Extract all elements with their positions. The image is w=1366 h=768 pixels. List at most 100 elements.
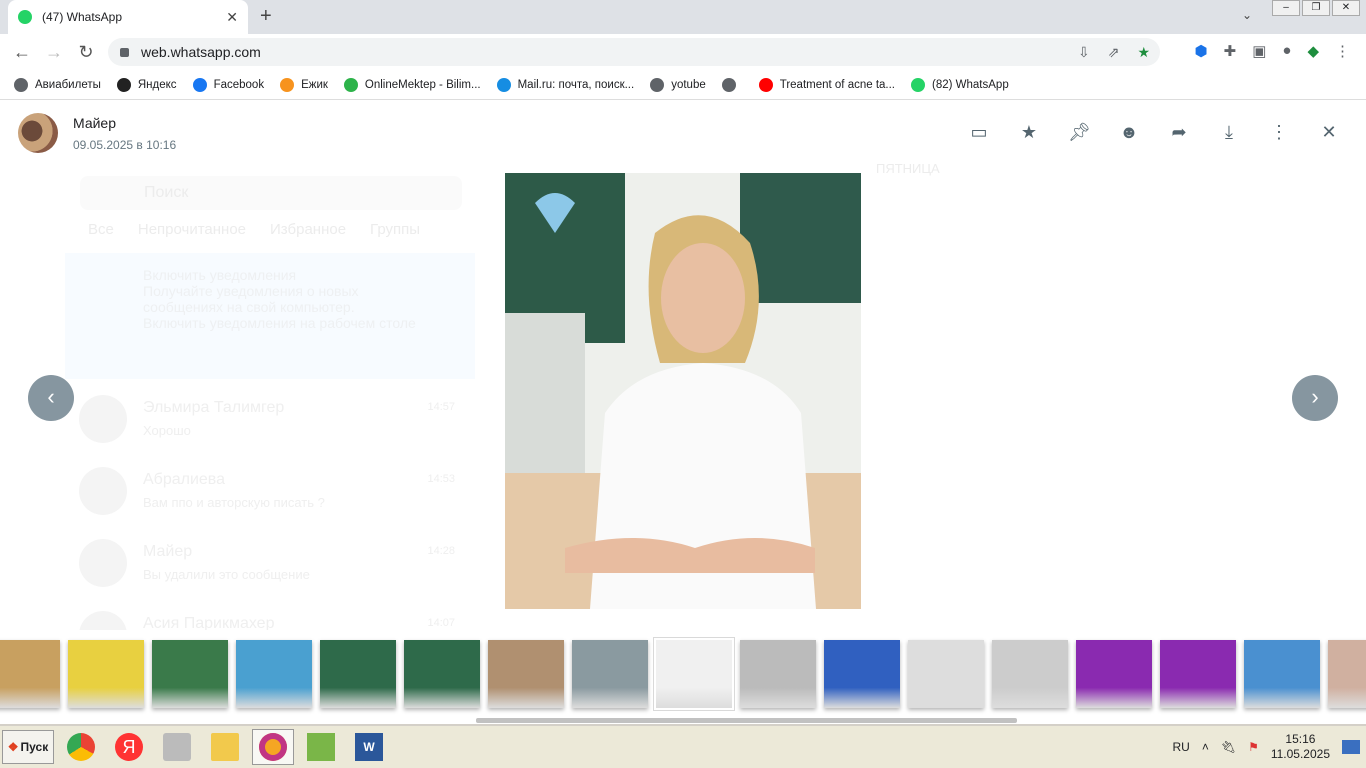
bookmark-favicon-icon — [192, 77, 207, 92]
media-thumbnail[interactable] — [1244, 640, 1320, 708]
more-options-icon[interactable]: ⋮ — [1268, 121, 1290, 143]
reply-icon[interactable]: ▭ — [968, 121, 990, 143]
word-taskbar-button[interactable]: W — [348, 729, 390, 765]
clock[interactable]: 15:16 11.05.2025 — [1271, 732, 1330, 762]
bookmark-item[interactable]: (82) WhatsApp — [911, 77, 1009, 92]
share-icon[interactable]: ⇗ — [1108, 44, 1120, 61]
bookmark-favicon-icon — [650, 77, 665, 92]
media-thumbnail[interactable] — [68, 640, 144, 708]
browser-taskbar-button[interactable] — [252, 729, 294, 765]
action-center-flag-icon[interactable]: ⚑ — [1248, 740, 1259, 754]
media-thumbnail[interactable] — [992, 640, 1068, 708]
install-icon[interactable]: ⇩ — [1078, 44, 1090, 61]
previous-media-button[interactable]: ‹ — [28, 375, 74, 421]
thumbnail-scrollbar[interactable] — [476, 718, 1017, 723]
chat-name: Абралиева — [143, 471, 226, 488]
filter-favorites: Избранное — [270, 221, 347, 238]
close-window-button[interactable]: ✕ — [1332, 0, 1360, 16]
next-media-button[interactable]: › — [1292, 375, 1338, 421]
chat-avatar — [79, 539, 127, 587]
explorer-taskbar-button[interactable] — [204, 729, 246, 765]
bookmark-item[interactable]: Авиабилеты — [14, 77, 101, 92]
media-thumbnail[interactable] — [320, 640, 396, 708]
extensions-icon[interactable]: ✚ — [1224, 42, 1237, 60]
bookmark-item[interactable]: Mail.ru: почта, поиск... — [496, 77, 634, 92]
emoji-icon[interactable]: ☻ — [1118, 121, 1140, 143]
close-tab-icon[interactable]: ✕ — [226, 9, 238, 26]
yandex-taskbar-button[interactable]: Я — [108, 729, 150, 765]
star-icon[interactable]: ★ — [1018, 121, 1040, 143]
bookmark-favicon-icon — [721, 77, 736, 92]
bookmark-item[interactable]: Treatment of acne ta... — [758, 77, 896, 92]
bookmark-item[interactable]: Facebook — [192, 77, 265, 92]
download-icon[interactable]: ⤓ — [1218, 121, 1240, 143]
bookmark-star-icon[interactable]: ★ — [1137, 44, 1150, 61]
media-thumbnail[interactable] — [152, 640, 228, 708]
tab-title: (47) WhatsApp — [42, 10, 123, 24]
bookmark-favicon-icon — [14, 77, 28, 92]
bookmarks-bar: Авиабилеты Яндекс Facebook Ежик OnlineMektep… — [0, 70, 1366, 100]
avatar[interactable] — [18, 113, 58, 153]
chrome-taskbar-button[interactable] — [60, 729, 102, 765]
bookmark-label: Facebook — [213, 78, 265, 91]
close-icon[interactable]: ✕ — [1318, 121, 1340, 143]
sidepanel-icon[interactable]: ▣ — [1252, 42, 1266, 60]
bookmark-item[interactable] — [721, 77, 743, 92]
media-thumbnail[interactable] — [1160, 640, 1236, 708]
tab-search-icon[interactable]: ⌄ — [1242, 8, 1252, 22]
restore-button[interactable]: ❐ — [1302, 0, 1330, 16]
show-hidden-icons[interactable]: ˄ — [1202, 740, 1209, 754]
menu-icon[interactable]: ⋮ — [1335, 42, 1350, 60]
filter-unread: Непрочитанное — [137, 221, 247, 238]
tab-whatsapp[interactable]: (47) WhatsApp ✕ — [8, 0, 248, 34]
shield-extension-icon[interactable]: ⬢ — [1195, 42, 1208, 60]
forward-button[interactable]: → — [38, 42, 70, 63]
bookmark-item[interactable]: yotube — [650, 77, 706, 92]
address-bar[interactable]: web.whatsapp.com ⇩ ⇗ ★ — [108, 38, 1160, 66]
bookmark-favicon-icon — [280, 77, 295, 92]
media-thumbnail[interactable] — [1328, 640, 1366, 708]
clock-date: 11.05.2025 — [1270, 747, 1330, 761]
media-thumbnail[interactable] — [824, 640, 900, 708]
media-thumbnail[interactable] — [908, 640, 984, 708]
bookmark-item[interactable]: Ежик — [280, 77, 328, 92]
media-viewer-header: Майер 09.05.2025 в 10:16 ▭ ★ 📌︎ ☻ ➦ ⤓ ⋮ … — [0, 101, 1366, 161]
bookmark-favicon-icon — [116, 77, 131, 92]
media-thumbnail[interactable] — [236, 640, 312, 708]
language-indicator[interactable]: RU — [1172, 740, 1189, 754]
bookmark-label: Ежик — [301, 78, 328, 91]
media-thumbnail[interactable] — [404, 640, 480, 708]
printer-icon — [163, 733, 191, 761]
bookmark-label: Treatment of acne ta... — [779, 78, 896, 91]
reload-button[interactable]: ↻ — [70, 42, 102, 63]
app-taskbar-button[interactable] — [300, 729, 342, 765]
minimize-button[interactable]: – — [1272, 0, 1300, 16]
bookmark-item[interactable]: OnlineMektep - Bilim... — [343, 77, 481, 92]
profile-icon[interactable]: ● — [1282, 42, 1291, 60]
media-thumbnail[interactable] — [1076, 640, 1152, 708]
notification-banner: Включить уведомления Получайте уведомлен… — [65, 253, 475, 379]
start-label: Пуск — [20, 740, 49, 754]
power-icon[interactable]: 🔌︎ — [1221, 740, 1236, 754]
media-thumbnail[interactable] — [654, 638, 734, 710]
start-button[interactable]: ❖ Пуск — [2, 730, 54, 764]
lock-icon — [120, 47, 129, 57]
security-icon[interactable]: ◆ — [1307, 42, 1319, 60]
media-thumbnail[interactable] — [488, 640, 564, 708]
chat-time: 14:28 — [427, 545, 455, 557]
new-tab-button[interactable]: + — [260, 5, 272, 28]
media-thumbnail[interactable] — [740, 640, 816, 708]
word-icon: W — [355, 733, 383, 761]
browser-icon — [259, 733, 287, 761]
forward-icon[interactable]: ➦ — [1168, 121, 1190, 143]
whatsapp-icon — [18, 10, 32, 24]
browser-toolbar: ← → ↻ web.whatsapp.com ⇩ ⇗ ★ ⬢ ✚ ▣ ● ◆ ⋮ — [0, 34, 1366, 70]
chat-preview: Вам ппо и авторскую писать ? — [143, 495, 325, 510]
media-thumbnail[interactable] — [572, 640, 648, 708]
show-desktop-icon[interactable] — [1342, 740, 1360, 754]
bookmark-item[interactable]: Яндекс — [116, 77, 177, 92]
printer-taskbar-button[interactable] — [156, 729, 198, 765]
back-button[interactable]: ← — [6, 42, 38, 63]
media-thumbnail[interactable] — [0, 640, 60, 708]
pin-icon[interactable]: 📌︎ — [1068, 121, 1091, 143]
